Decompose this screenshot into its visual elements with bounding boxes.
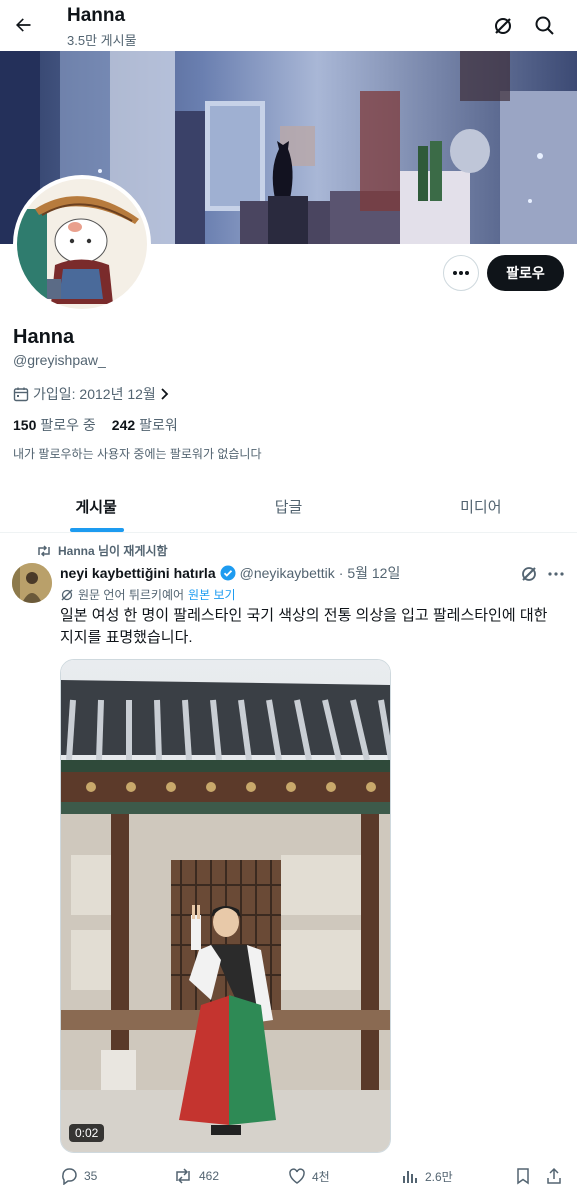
tab-replies-label: 답글 bbox=[274, 498, 303, 516]
chevron-right-icon bbox=[161, 388, 169, 400]
video-duration: 0:02 bbox=[69, 1124, 105, 1142]
post-more-icon[interactable] bbox=[545, 563, 567, 585]
tab-posts[interactable]: 게시물 bbox=[0, 480, 192, 532]
grok-icon[interactable] bbox=[518, 563, 540, 585]
post-author-handle[interactable]: @neyikaybettik bbox=[240, 565, 335, 581]
translation-note: 원문 언어 튀르키예어 원본 보기 bbox=[60, 586, 236, 603]
show-original-link[interactable]: 원본 보기 bbox=[188, 586, 236, 603]
post-header: neyi kaybettiğini hatırla @neyikaybettik… bbox=[60, 563, 400, 583]
bookmark-button[interactable] bbox=[515, 1164, 531, 1188]
views-icon bbox=[403, 1171, 417, 1183]
views-count: 2.6만 bbox=[425, 1169, 453, 1184]
reply-button[interactable]: 35 bbox=[60, 1164, 97, 1188]
repost-indicator[interactable]: Hanna 님이 재게시함 bbox=[36, 542, 168, 559]
follow-button[interactable]: 팔로우 bbox=[487, 255, 564, 291]
following-count: 150 bbox=[13, 417, 37, 433]
repost-count: 462 bbox=[199, 1169, 220, 1183]
views-button[interactable]: 2.6만 bbox=[401, 1164, 453, 1188]
followers-stat[interactable]: 242 팔로워 bbox=[112, 415, 178, 435]
like-button[interactable]: 4천 bbox=[288, 1164, 330, 1188]
top-bar: Hanna 3.5만 게시물 bbox=[0, 0, 577, 51]
share-icon bbox=[547, 1167, 561, 1184]
header-title: Hanna bbox=[67, 5, 126, 26]
reply-icon bbox=[62, 1168, 77, 1185]
verified-badge-icon[interactable] bbox=[220, 565, 236, 581]
active-tab-indicator bbox=[70, 528, 124, 532]
tab-media[interactable]: 미디어 bbox=[385, 480, 577, 532]
header-post-count: 3.5만 게시물 bbox=[67, 33, 137, 48]
back-arrow-icon[interactable] bbox=[10, 12, 36, 38]
repost-button[interactable]: 462 bbox=[173, 1164, 219, 1188]
repost-icon bbox=[176, 1168, 190, 1184]
calendar-icon bbox=[13, 387, 29, 402]
post-author-name[interactable]: neyi kaybettiğini hatırla bbox=[60, 565, 216, 581]
like-count: 4천 bbox=[312, 1169, 330, 1184]
post-date[interactable]: · 5월 12일 bbox=[339, 563, 401, 583]
profile-avatar[interactable] bbox=[13, 175, 151, 313]
profile-handle: @greyishpaw_ bbox=[13, 352, 106, 368]
tab-posts-label: 게시물 bbox=[75, 498, 117, 516]
repost-icon bbox=[38, 544, 50, 557]
followers-count: 242 bbox=[111, 417, 136, 433]
following-label: 팔로우 중 bbox=[40, 417, 96, 433]
more-icon bbox=[453, 271, 469, 275]
share-button[interactable] bbox=[545, 1164, 563, 1188]
bookmark-icon bbox=[517, 1168, 529, 1185]
search-icon[interactable] bbox=[532, 13, 558, 39]
post-text: 일본 여성 한 명이 팔레스타인 국기 색상의 전통 의상을 입고 팔레스타인에… bbox=[60, 607, 548, 646]
reply-count: 35 bbox=[84, 1169, 98, 1183]
grok-icon[interactable] bbox=[490, 13, 516, 39]
tab-media-label: 미디어 bbox=[460, 498, 502, 516]
repost-label: Hanna 님이 재게시함 bbox=[58, 544, 168, 558]
followers-label: 팔로워 bbox=[139, 417, 178, 433]
mutual-followers-note: 내가 팔로우하는 사용자 중에는 팔로워가 없습니다 bbox=[13, 447, 262, 461]
post-actions: 35 462 4천 2.6만 bbox=[60, 1164, 565, 1188]
post-video[interactable]: 0:02 bbox=[60, 659, 391, 1153]
profile-name: Hanna bbox=[13, 326, 75, 348]
translation-source: 원문 언어 튀르키예어 bbox=[78, 588, 185, 602]
like-icon bbox=[289, 1168, 305, 1184]
following-stat[interactable]: 150 팔로우 중 bbox=[13, 415, 96, 435]
tab-replies[interactable]: 답글 bbox=[192, 480, 384, 532]
profile-more-button[interactable] bbox=[443, 255, 479, 291]
translate-icon bbox=[61, 589, 73, 600]
profile-tabs: 게시물 답글 미디어 bbox=[0, 480, 577, 533]
follow-stats: 150 팔로우 중 242 팔로워 bbox=[13, 415, 178, 435]
post-author-avatar[interactable] bbox=[12, 563, 52, 603]
joined-date[interactable]: 가입일: 2012년 12월 bbox=[13, 384, 170, 404]
joined-label: 가입일: 2012년 12월 bbox=[33, 386, 156, 402]
